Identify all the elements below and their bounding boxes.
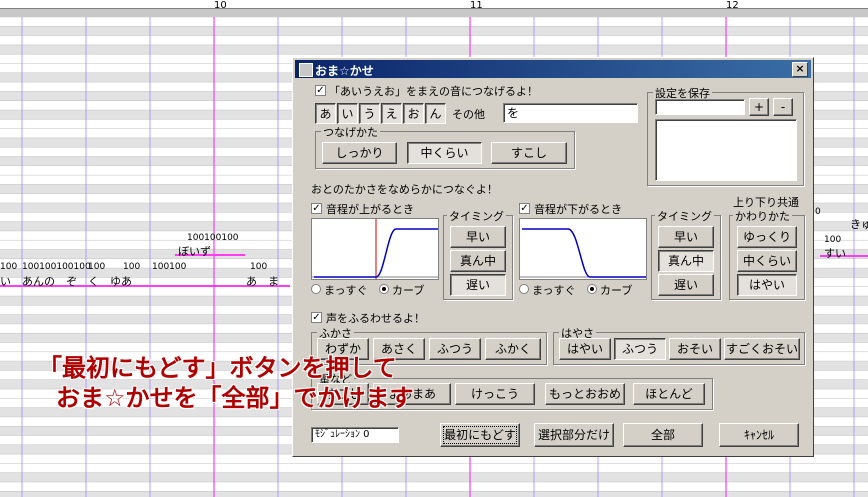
pitch-up-curve-label: カーブ: [392, 284, 425, 297]
vowel-connect-label: 「あいうえお」をまえの音につなげるよ！: [329, 85, 538, 98]
timing-up-title: タイミング: [447, 208, 506, 224]
ruler-mark-12: 12: [726, 0, 739, 11]
vowel-key-i[interactable]: い: [337, 103, 358, 124]
modulation-field[interactable]: ﾓｼﾞｭﾚｰｼｮﾝ 0: [311, 427, 399, 443]
pitch-down-checkbox[interactable]: ✓: [519, 203, 530, 214]
vowel-key-o[interactable]: お: [403, 103, 424, 124]
pitch-up-curve-preview: [311, 218, 439, 280]
caption-line-2: おま☆かせを「全部」でかけます: [56, 384, 414, 412]
close-button[interactable]: ×: [792, 62, 808, 77]
preset-name-input[interactable]: [655, 99, 745, 115]
key-row: [0, 463, 868, 473]
timing-down-late-button[interactable]: 遅い: [658, 274, 714, 296]
pitch-up-label: 音程が上がるとき: [326, 203, 414, 216]
speed-very-slow-button[interactable]: すごくおそい: [724, 338, 800, 360]
connect-medium-button[interactable]: 中くらい: [407, 142, 482, 164]
apply-all-button[interactable]: 全部: [623, 423, 703, 447]
pitch-up-straight-label: まっすぐ: [324, 284, 368, 297]
change-fast-button[interactable]: はやい: [737, 274, 797, 296]
note-lyric[interactable]: ぼいず: [178, 243, 211, 259]
speed-slow-button[interactable]: おそい: [669, 338, 721, 360]
other-label: その他: [452, 108, 485, 121]
pitch-down-label: 音程が下がるとき: [534, 203, 622, 216]
vibrato-checkbox[interactable]: ✓: [311, 312, 322, 323]
note-velocity: 100: [250, 262, 268, 272]
reset-button[interactable]: 最初にもどす: [440, 423, 520, 447]
vowel-key-e[interactable]: え: [381, 103, 402, 124]
amount-most-button[interactable]: ほとんど: [633, 383, 705, 405]
speed-fast-button[interactable]: はやい: [559, 338, 611, 360]
timing-up-late-button[interactable]: 遅い: [450, 274, 506, 296]
pitch-down-curve-preview: [519, 218, 647, 280]
vowel-key-a[interactable]: あ: [315, 103, 336, 124]
note-lyric[interactable]: あ ま: [246, 273, 279, 289]
key-row: [0, 482, 868, 492]
depth-normal-button[interactable]: ふつう: [429, 338, 481, 360]
vibrato-label: 声をふるわせるよ！: [326, 312, 425, 325]
note-velocity: 100100: [152, 262, 187, 272]
note-lyric[interactable]: きゅ: [850, 216, 868, 232]
connect-firm-button[interactable]: しっかり: [322, 142, 397, 164]
smooth-pitch-label: おとのたかさをなめらかにつなぐよ！: [311, 183, 498, 196]
note-velocity: 100100100: [187, 233, 239, 243]
note-velocity: 0: [815, 207, 821, 217]
pitch-up-checkbox[interactable]: ✓: [311, 203, 322, 214]
timing-down-title: タイミング: [655, 208, 714, 224]
pitch-down-straight-radio[interactable]: [519, 284, 529, 294]
note-velocity: 100100100100: [22, 262, 91, 272]
amount-quite-button[interactable]: けっこう: [455, 383, 535, 405]
preset-list[interactable]: [655, 119, 797, 181]
ruler-mark-10: 10: [214, 0, 227, 11]
timing-down-middle-button[interactable]: 真ん中: [658, 250, 714, 272]
remove-preset-button[interactable]: -: [773, 98, 793, 116]
change-medium-button[interactable]: 中くらい: [737, 250, 797, 272]
pitch-up-straight-radio[interactable]: [311, 284, 321, 294]
pitch-down-curve-label: カーブ: [600, 284, 633, 297]
note-velocity: 100: [123, 262, 141, 272]
vowel-key-u[interactable]: う: [359, 103, 380, 124]
connect-light-button[interactable]: すこし: [491, 142, 567, 164]
connect-style-title: つなげかた: [321, 124, 380, 140]
key-row: [0, 35, 868, 45]
vowel-key-n[interactable]: ん: [425, 103, 446, 124]
timing-down-early-button[interactable]: 早い: [658, 226, 714, 248]
ruler-mark-11: 11: [470, 0, 483, 11]
common-subtitle: かわりかた: [733, 208, 792, 224]
timing-up-middle-button[interactable]: 真ん中: [450, 250, 506, 272]
speed-normal-button[interactable]: ふつう: [614, 338, 666, 360]
add-preset-button[interactable]: +: [749, 98, 769, 116]
change-slow-button[interactable]: ゆっくり: [737, 226, 797, 248]
key-row: [0, 44, 868, 55]
other-input[interactable]: を: [503, 103, 638, 123]
pitch-down-straight-label: まっすぐ: [532, 284, 576, 297]
note-lyric[interactable]: すい: [824, 245, 846, 261]
timing-up-early-button[interactable]: 早い: [450, 226, 506, 248]
cancel-button[interactable]: ｷｬﾝｾﾙ: [719, 423, 799, 447]
note-lyric[interactable]: い あんの ぞ く ゆあ: [0, 273, 132, 289]
key-row: [0, 26, 868, 36]
key-row: [0, 491, 868, 497]
selection-only-button[interactable]: 選択部分だけ: [534, 423, 614, 447]
pitch-up-curve-radio[interactable]: [379, 284, 389, 294]
note-velocity: 100: [0, 262, 18, 272]
key-row: [0, 472, 868, 482]
key-row: [0, 17, 868, 27]
dialog-title: おま☆かせ: [315, 64, 374, 78]
vowel-connect-checkbox[interactable]: ✓: [315, 85, 326, 96]
note-velocity: 100: [824, 235, 842, 245]
note-velocity: 100: [88, 262, 106, 272]
amount-more-button[interactable]: もっとおおめ: [545, 383, 625, 405]
app-icon: [299, 63, 313, 77]
pitch-down-curve-radio[interactable]: [587, 284, 597, 294]
depth-deep-button[interactable]: ふかく: [485, 338, 541, 360]
dialog-title-bar[interactable]: おま☆かせ ×: [295, 60, 811, 78]
